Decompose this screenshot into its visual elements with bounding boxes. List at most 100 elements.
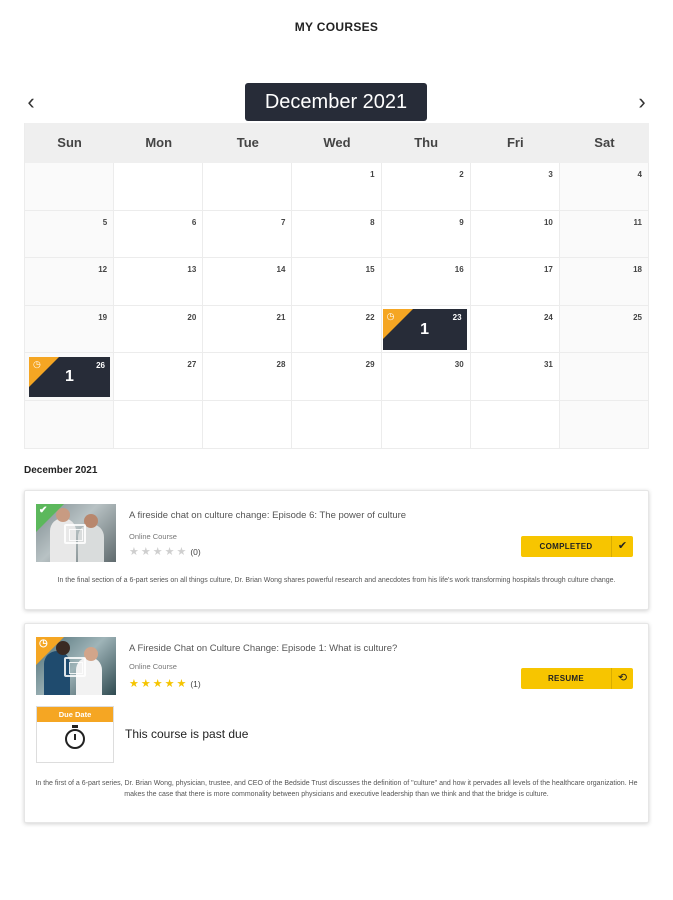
resume-icon: ⟲ [611, 668, 633, 689]
day-number: 4 [637, 170, 642, 179]
due-date-box: Due Date [36, 706, 114, 763]
calendar-day[interactable] [559, 400, 649, 449]
calendar-day[interactable]: 29 [292, 353, 382, 401]
day-number: 22 [365, 312, 375, 322]
calendar-day[interactable] [470, 400, 560, 449]
calendar-day[interactable]: 21 [203, 305, 293, 354]
calendar-day[interactable]: 30 [381, 353, 471, 401]
calendar-day[interactable]: 7 [203, 210, 293, 259]
rating-count: (1) [190, 679, 201, 689]
prev-month-arrow-icon[interactable]: ‹ [22, 91, 40, 113]
resume-button[interactable]: RESUME ⟲ [521, 668, 633, 689]
calendar-day[interactable] [114, 400, 204, 449]
calendar-day[interactable] [292, 400, 382, 449]
day-number: 30 [454, 360, 464, 370]
calendar-day[interactable]: ◷ 23 1 [381, 305, 471, 354]
past-due-message: This course is past due [125, 727, 249, 741]
weekday-header-row: Sun Mon Tue Wed Thu Fri Sat [25, 123, 649, 163]
course-thumbnail[interactable]: ✔ [36, 504, 116, 562]
calendar-week: 1 2 3 4 [25, 163, 649, 211]
course-thumbnail[interactable]: ◷ [36, 637, 116, 695]
calendar-day[interactable]: 28 [203, 353, 293, 401]
weekday-label: Mon [145, 135, 173, 150]
calendar-day[interactable]: ◷ 26 1 [25, 353, 115, 401]
day-number: 7 [280, 217, 286, 227]
due-date-label: Due Date [37, 707, 113, 722]
calendar-day[interactable]: 15 [292, 258, 382, 306]
course-card[interactable]: ◷ A Fireside Chat on Culture Change: Epi… [24, 623, 649, 823]
calendar-day[interactable] [203, 163, 293, 211]
weekday-label: Fri [506, 135, 524, 150]
calendar-day[interactable]: 20 [114, 305, 204, 354]
calendar-day[interactable]: 4 [559, 163, 649, 211]
calendar-event[interactable]: ◷ 26 1 [29, 357, 110, 398]
calendar-day[interactable] [559, 353, 649, 401]
course-description: In the final section of a 6-part series … [57, 577, 616, 584]
day-number: 20 [187, 312, 197, 322]
calendar-header: ‹ December 2021 › [24, 83, 649, 123]
day-number: 5 [102, 217, 108, 227]
day-number: 28 [276, 360, 286, 370]
day-number: 1 [370, 170, 375, 179]
weekday-label: Thu [414, 135, 439, 150]
calendar-day[interactable]: 16 [381, 258, 471, 306]
day-number: 11 [633, 217, 642, 227]
day-number: 10 [543, 217, 553, 227]
day-number: 6 [191, 217, 197, 227]
day-number: 19 [98, 312, 108, 322]
calendar-day[interactable]: 25 [559, 305, 649, 354]
calendar-day[interactable]: 12 [25, 258, 115, 306]
calendar-day[interactable]: 3 [470, 163, 560, 211]
day-number: 31 [543, 360, 553, 370]
day-number: 14 [276, 265, 286, 275]
day-number: 24 [543, 312, 553, 322]
thumbnail-figure [84, 514, 98, 528]
rating-count: (0) [190, 547, 201, 557]
calendar-day[interactable]: 13 [114, 258, 204, 306]
calendar-week: 5 6 7 8 9 10 11 [25, 210, 649, 259]
event-count: 1 [65, 368, 74, 386]
calendar-grid: Sun Mon Tue Wed Thu Fri Sat 1 2 3 4 5 6 … [24, 123, 649, 449]
calendar-day[interactable]: 9 [381, 210, 471, 259]
calendar-day[interactable]: 14 [203, 258, 293, 306]
course-description: In the first of a 6-part series, Dr. Bri… [35, 780, 638, 798]
day-number: 25 [633, 312, 642, 322]
course-logo-icon [64, 524, 86, 544]
calendar-day[interactable]: 10 [470, 210, 560, 259]
course-title[interactable]: A fireside chat on culture change: Episo… [129, 510, 406, 521]
calendar-week: 19 20 21 22 ◷ 23 1 24 25 [25, 305, 649, 354]
calendar-day[interactable]: 24 [470, 305, 560, 354]
calendar-day[interactable]: 18 [559, 258, 649, 306]
calendar-day[interactable] [381, 400, 471, 449]
calendar-day[interactable]: 1 [292, 163, 382, 211]
calendar-day[interactable]: 2 [381, 163, 471, 211]
calendar-event[interactable]: ◷ 23 1 [382, 308, 467, 350]
calendar-day[interactable]: 11 [559, 210, 649, 259]
calendar-day[interactable]: 22 [292, 305, 382, 354]
day-number: 18 [633, 265, 642, 275]
calendar-day[interactable] [25, 400, 115, 449]
completed-button[interactable]: COMPLETED ✔ [521, 536, 633, 557]
calendar-day[interactable]: 17 [470, 258, 560, 306]
calendar-week: ◷ 26 1 27 28 29 30 31 [25, 353, 649, 401]
calendar-day[interactable]: 6 [114, 210, 204, 259]
calendar-day[interactable]: 19 [25, 305, 115, 354]
course-title[interactable]: A Fireside Chat on Culture Change: Episo… [129, 643, 397, 654]
calendar-day[interactable]: 27 [114, 353, 204, 401]
calendar-day[interactable] [25, 163, 115, 211]
course-card[interactable]: ✔ A fireside chat on culture change: Epi… [24, 490, 649, 610]
day-number: 9 [459, 217, 464, 227]
day-number: 17 [543, 265, 553, 275]
day-number: 15 [365, 265, 375, 275]
calendar-day[interactable]: 5 [25, 210, 115, 259]
calendar-day[interactable] [203, 400, 293, 449]
weekday-label: Sat [594, 135, 615, 150]
calendar-day[interactable]: 8 [292, 210, 382, 259]
day-number: 27 [187, 360, 197, 370]
calendar-day[interactable]: 31 [470, 353, 560, 401]
calendar-day[interactable] [114, 163, 204, 211]
status-label: RESUME [547, 674, 585, 683]
next-month-arrow-icon[interactable]: › [633, 91, 651, 113]
star-rating: ★★★★★ (1) [129, 677, 201, 690]
status-label: COMPLETED [539, 542, 593, 551]
